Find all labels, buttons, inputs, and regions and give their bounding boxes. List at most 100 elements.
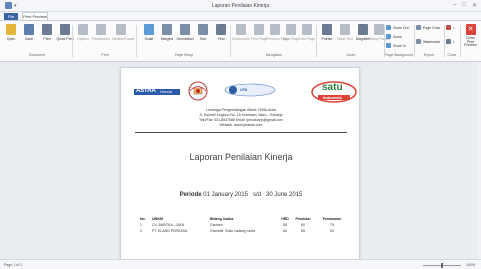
margins-button-label: Margins (160, 37, 174, 41)
ribbon-separator (136, 25, 137, 57)
org-line-4: Website: www.lpbastra.com (219, 123, 263, 127)
ribbon-separator (72, 25, 73, 57)
maximize-button[interactable]: □ (462, 2, 466, 9)
zoom-icon (386, 34, 391, 39)
tab-file[interactable]: File (4, 13, 18, 20)
parameters-button-label: Parameters (92, 37, 111, 41)
report-period: Periode 01 January 2015 s/d 30 June 2015 (121, 192, 361, 198)
last-page-button[interactable]: Last Page (298, 24, 316, 50)
zoom-level: 100% (466, 263, 475, 267)
ribbon-group-label: Page Background (385, 53, 413, 57)
cell-bidang-usaha: Otomotif, Suku cadang motor (210, 229, 256, 233)
print-button[interactable]: Print (38, 24, 56, 50)
cell-pemasaran: 63 (330, 229, 334, 233)
options-button-label: Options (76, 37, 90, 41)
find-button[interactable]: Find (212, 24, 230, 50)
scale-button-label: Scale (144, 37, 154, 41)
watermark-icon (416, 39, 421, 44)
header-footer-icon (116, 24, 126, 35)
zoom-button[interactable]: Zoom (386, 34, 402, 39)
page-color-icon (416, 25, 421, 30)
period-separator: s/d (253, 192, 262, 198)
bookmarks-icon (236, 24, 246, 35)
window-controls: – □ ✕ (453, 2, 477, 9)
parameters-button[interactable]: Parameters (92, 24, 110, 50)
scale-button[interactable]: Scale (140, 24, 158, 50)
previous-page-icon (270, 24, 280, 35)
magnifier-icon (358, 24, 368, 35)
last-page-button-label: Last Page (299, 37, 315, 41)
header-footer-button-label: Header/Footer (112, 37, 135, 41)
tab-print-preview[interactable]: Print Preview (22, 12, 48, 20)
size-button-label: Size (199, 37, 207, 41)
ribbon: Open Save Print Quick Print Options Parameter… (0, 20, 481, 62)
size-button[interactable]: Size (194, 24, 212, 50)
open-button[interactable]: Open (2, 24, 20, 50)
header-divider (135, 132, 347, 133)
margins-button[interactable]: Margins (158, 24, 176, 50)
zoom-in-button-label: Zoom In (393, 43, 406, 48)
export-button[interactable]: ▾ (446, 25, 455, 30)
options-button[interactable]: Options (74, 24, 92, 50)
ribbon-tab-row: File Print Preview (0, 12, 481, 20)
bookmarks-button[interactable]: Bookmarks (232, 24, 250, 50)
close-print-preview-button[interactable]: ✕ Close Print Preview (462, 24, 479, 50)
cell-umkm: PT. ELANG PERKASA (152, 229, 188, 233)
ribbon-separator (316, 25, 317, 57)
header-footer-button[interactable]: Header/Footer (112, 24, 135, 50)
save-icon (24, 24, 34, 35)
zoom-slider-thumb[interactable] (441, 263, 443, 268)
email-button[interactable]: ▾ (446, 39, 455, 44)
zoom-in-button[interactable]: Zoom In (386, 43, 406, 48)
close-print-preview-label: Close Print Preview (464, 36, 477, 47)
zoom-out-button[interactable]: Zoom Out (386, 25, 409, 30)
zoom-out-button-label: Zoom Out (393, 25, 409, 30)
next-page-icon (286, 24, 296, 35)
cell-produksi: 65 (301, 229, 305, 233)
ribbon-separator (460, 25, 461, 57)
bookmarks-button-label: Bookmarks (232, 37, 250, 41)
orientation-button-label: Orientation (176, 37, 194, 41)
margins-icon (162, 24, 172, 35)
orientation-button[interactable]: Orientation (176, 24, 194, 50)
email-icon (446, 39, 451, 44)
watermark-button[interactable]: Watermark (416, 39, 440, 44)
save-button[interactable]: Save (20, 24, 38, 50)
parameters-icon (96, 24, 106, 35)
report-page: ASTRA Honda LPB satu Indonesia Lembaga P… (120, 67, 360, 259)
page-info: Page 1 of 1 (4, 263, 22, 267)
report-title: Laporan Penilaian Kinerja (189, 152, 293, 162)
last-page-icon (302, 24, 312, 35)
page-color-button-label: Page Color (423, 25, 441, 30)
pointer-button-label: Pointer (321, 37, 333, 41)
size-icon (198, 24, 208, 35)
preview-workspace[interactable]: ASTRA Honda LPB satu Indonesia Lembaga P… (0, 62, 481, 259)
minimize-button[interactable]: – (453, 2, 456, 9)
status-bar: Page 1 of 1 100% (0, 259, 481, 269)
zoom-button-label: Zoom (393, 34, 402, 39)
ribbon-separator (230, 25, 231, 57)
ribbon-group-label: Zoom (346, 53, 356, 57)
quick-print-icon (60, 24, 70, 35)
watermark-button-label: Watermark (423, 39, 440, 44)
close-window-button[interactable]: ✕ (472, 2, 477, 9)
export-button-dropdown-icon: ▾ (453, 25, 455, 30)
export-icon (446, 25, 451, 30)
window-title: Laporan Penilaian Kinerja (211, 3, 270, 9)
save-button-label: Save (25, 37, 33, 41)
zoom-in-icon (386, 43, 391, 48)
period-label: Periode (179, 192, 202, 198)
lpb-logo: LPB (224, 83, 276, 97)
hand-tool-button[interactable]: Hand Tool (336, 24, 354, 50)
ribbon-group-label: Export (423, 53, 435, 57)
cell-hrd: 60 (283, 229, 287, 233)
page-color-button[interactable]: Page Color (416, 25, 441, 30)
period-end: 30 June 2015 (266, 192, 303, 198)
vertical-scrollbar[interactable] (477, 62, 481, 259)
zoom-out-icon (386, 25, 391, 30)
pointer-button[interactable]: Pointer (318, 24, 336, 50)
performance-table: No. UMKM Bidang Usaha HRD Produksi Pemas… (138, 216, 350, 234)
ribbon-group-label: Navigation (265, 53, 283, 57)
ribbon-group-label: Page Setup (174, 53, 194, 57)
seal-logo (188, 81, 208, 101)
